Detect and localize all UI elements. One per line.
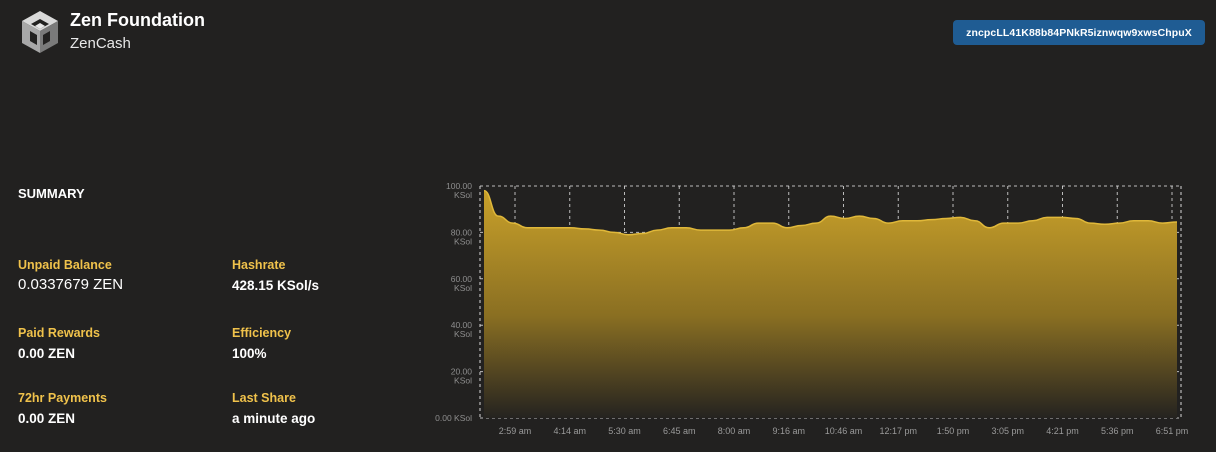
efficiency-label: Efficiency [232, 326, 292, 340]
x-tick-label: 4:14 am [553, 426, 586, 436]
x-tick-label: 10:46 am [825, 426, 863, 436]
payments-72hr-value: 0.00 ZEN [18, 411, 76, 426]
y-tick-unit: KSol [454, 236, 472, 246]
y-tick-unit: KSol [454, 283, 472, 293]
y-tick-unit: KSol [454, 190, 472, 200]
header: Zen Foundation ZenCash zncpcLL41K88b84PN… [0, 0, 1216, 70]
summary-title: SUMMARY [18, 186, 85, 201]
x-tick-label: 6:51 pm [1156, 426, 1189, 436]
x-tick-label: 5:30 am [608, 426, 641, 436]
unpaid-balance-label: Unpaid Balance [18, 258, 112, 272]
efficiency-value: 100% [232, 346, 267, 361]
x-tick-label: 1:50 pm [937, 426, 970, 436]
last-share-stat: Last Share a minute ago [232, 391, 315, 426]
hashrate-chart: 100.00KSol80.00KSol60.00KSol40.00KSol20.… [435, 181, 1189, 436]
hashrate-label: Hashrate [232, 258, 286, 272]
y-tick-unit: KSol [454, 329, 472, 339]
x-tick-label: 12:17 pm [879, 426, 917, 436]
unpaid-balance-stat: Unpaid Balance 0.0337679 ZEN [18, 258, 123, 293]
y-tick-unit: KSol [454, 376, 472, 386]
x-tick-label: 2:59 am [499, 426, 532, 436]
x-tick-label: 5:36 pm [1101, 426, 1134, 436]
payments-72hr-stat: 72hr Payments 0.00 ZEN [18, 391, 107, 426]
wallet-address-button[interactable]: zncpcLL41K88b84PNkR5iznwqw9xwsChpuX [953, 20, 1205, 45]
hashrate-value: 428.15 KSol/s [232, 278, 320, 293]
coin-name: ZenCash [70, 35, 131, 52]
org-name: Zen Foundation [70, 10, 205, 30]
y-axis-ticks: 100.00KSol80.00KSol60.00KSol40.00KSol20.… [435, 181, 472, 423]
x-axis-ticks: 2:59 am 4:14 am 5:30 am 6:45 am 8:00 am 9:16 … [499, 426, 1189, 436]
hashrate-stat: Hashrate 428.15 KSol/s [232, 258, 319, 293]
x-tick-label: 8:00 am [718, 426, 751, 436]
x-tick-label: 6:45 am [663, 426, 696, 436]
last-share-value: a minute ago [232, 411, 316, 426]
hashrate-area [484, 190, 1177, 418]
x-tick-label: 9:16 am [772, 426, 805, 436]
paid-rewards-stat: Paid Rewards 0.00 ZEN [18, 326, 100, 361]
x-tick-label: 3:05 pm [991, 426, 1024, 436]
unpaid-balance-value: 0.0337679 ZEN [18, 276, 124, 293]
payments-72hr-label: 72hr Payments [18, 391, 107, 405]
y-tick-label: 0.00 KSol [435, 413, 472, 423]
zen-cube-logo [22, 11, 58, 53]
x-tick-label: 4:21 pm [1046, 426, 1079, 436]
paid-rewards-label: Paid Rewards [18, 326, 100, 340]
efficiency-stat: Efficiency 100% [232, 326, 291, 361]
last-share-label: Last Share [232, 391, 296, 405]
paid-rewards-value: 0.00 ZEN [18, 346, 76, 361]
